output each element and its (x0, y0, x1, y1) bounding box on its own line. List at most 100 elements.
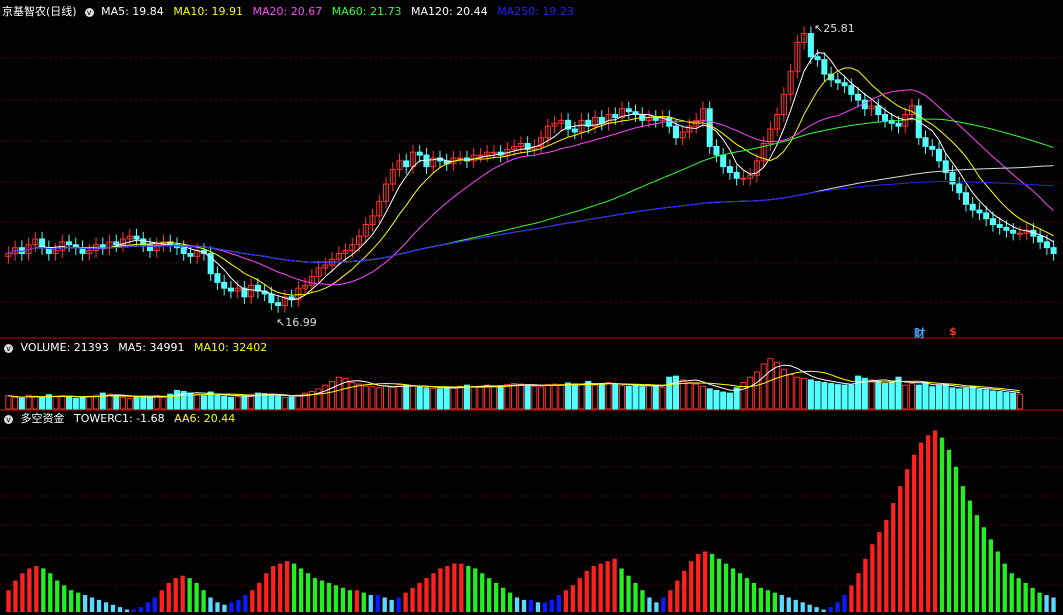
volume-bar (679, 379, 686, 410)
tower-bar (305, 573, 311, 612)
volume-bar (39, 397, 46, 410)
finance-tag[interactable]: 财 (914, 325, 925, 341)
candle (956, 183, 963, 194)
tower-bar (814, 607, 819, 612)
tower-bar (974, 515, 980, 612)
candle (1050, 247, 1057, 254)
tower-bar (500, 587, 506, 612)
volume-bar (713, 389, 720, 410)
tower-bar (821, 609, 826, 612)
tower-bar (312, 578, 318, 612)
tower-bar (507, 592, 513, 612)
volume-bar (699, 385, 706, 410)
tower-bar (494, 582, 499, 612)
candle (187, 252, 194, 257)
candle (720, 154, 727, 168)
volume-bar (962, 387, 969, 410)
volume-bar (841, 384, 848, 410)
candle (1043, 241, 1050, 249)
volume-bar (66, 395, 73, 410)
volume-bar (753, 371, 760, 410)
volume-bar (848, 384, 855, 410)
candle (227, 287, 234, 292)
tower-bar (187, 578, 192, 612)
stock-title[interactable]: 京基智农(日线) (2, 5, 77, 18)
volume-bar (666, 376, 673, 410)
tower-bar (124, 609, 130, 612)
tower-bar (180, 575, 185, 612)
volume-bar (807, 379, 814, 410)
tower-bar (1030, 587, 1035, 612)
volume-bar (281, 396, 288, 410)
indicator-item[interactable]: 多空资金 (21, 412, 65, 425)
volume-bar (119, 396, 127, 410)
volume-settings-icon[interactable]: v (4, 343, 13, 353)
tower-bar (417, 582, 422, 612)
volume-bar (996, 391, 1003, 410)
settings-icon[interactable]: v (84, 7, 94, 17)
tower-bar (932, 430, 938, 612)
tower-bar (696, 553, 701, 612)
tower-bar (981, 527, 987, 612)
volume-ma10-line (8, 370, 1020, 398)
candle (814, 56, 821, 61)
tower-bar (689, 561, 694, 612)
volume-bar (86, 395, 93, 410)
indicator-item: TOWERC1: -1.68 (74, 412, 165, 425)
tower-bar (131, 609, 137, 612)
volume-bar (517, 383, 524, 410)
volume-bar (672, 375, 680, 410)
volume-bar (935, 385, 943, 410)
volume-bar (295, 394, 302, 410)
indicator-settings-icon[interactable]: v (4, 414, 13, 424)
volume-bar (5, 395, 12, 410)
volume-bar (457, 385, 464, 410)
volume-bar (329, 380, 336, 410)
volume-bar (1010, 392, 1017, 410)
tower-bar (243, 595, 248, 612)
tower-bar (863, 558, 868, 612)
tower-bar (549, 599, 555, 612)
volume-bar (423, 387, 430, 410)
tower-bar (361, 592, 366, 612)
volume-bar (113, 395, 120, 410)
candle (895, 122, 902, 127)
volume-bar (389, 386, 396, 410)
volume-bar (133, 395, 140, 410)
tower-bar (1023, 582, 1028, 612)
candle (976, 209, 983, 214)
tower-bar (145, 602, 150, 612)
tower-bar (995, 551, 1000, 612)
volume-bar (834, 384, 841, 410)
tower-bar (152, 597, 157, 612)
volume-bar (146, 397, 154, 410)
candle (99, 244, 106, 249)
volume-bar (214, 394, 221, 410)
tower-bar (570, 585, 575, 612)
tower-bar (849, 585, 854, 612)
tower-bar (765, 590, 771, 612)
tower-bar (166, 582, 171, 612)
tower-bar (382, 597, 387, 612)
volume-bar (490, 386, 497, 410)
volume-bar (976, 388, 983, 410)
candle (1037, 235, 1044, 243)
tower-bar (946, 449, 952, 612)
tower-bar (69, 590, 74, 612)
volume-bar (915, 384, 922, 410)
volume-bar (524, 384, 531, 410)
tower-bar (326, 582, 332, 612)
volume-bar (430, 387, 437, 410)
candle (66, 241, 73, 246)
candle (922, 137, 929, 147)
dividend-tag[interactable]: $ (949, 325, 957, 338)
tower-bar (856, 573, 861, 612)
volume-bar (1003, 392, 1010, 410)
tower-bar (354, 590, 359, 612)
candle (834, 79, 841, 84)
volume-bar (396, 384, 403, 410)
candle (275, 302, 282, 307)
volume-bar (369, 386, 376, 410)
tower-bar (396, 597, 401, 612)
volume-bar (592, 384, 599, 410)
